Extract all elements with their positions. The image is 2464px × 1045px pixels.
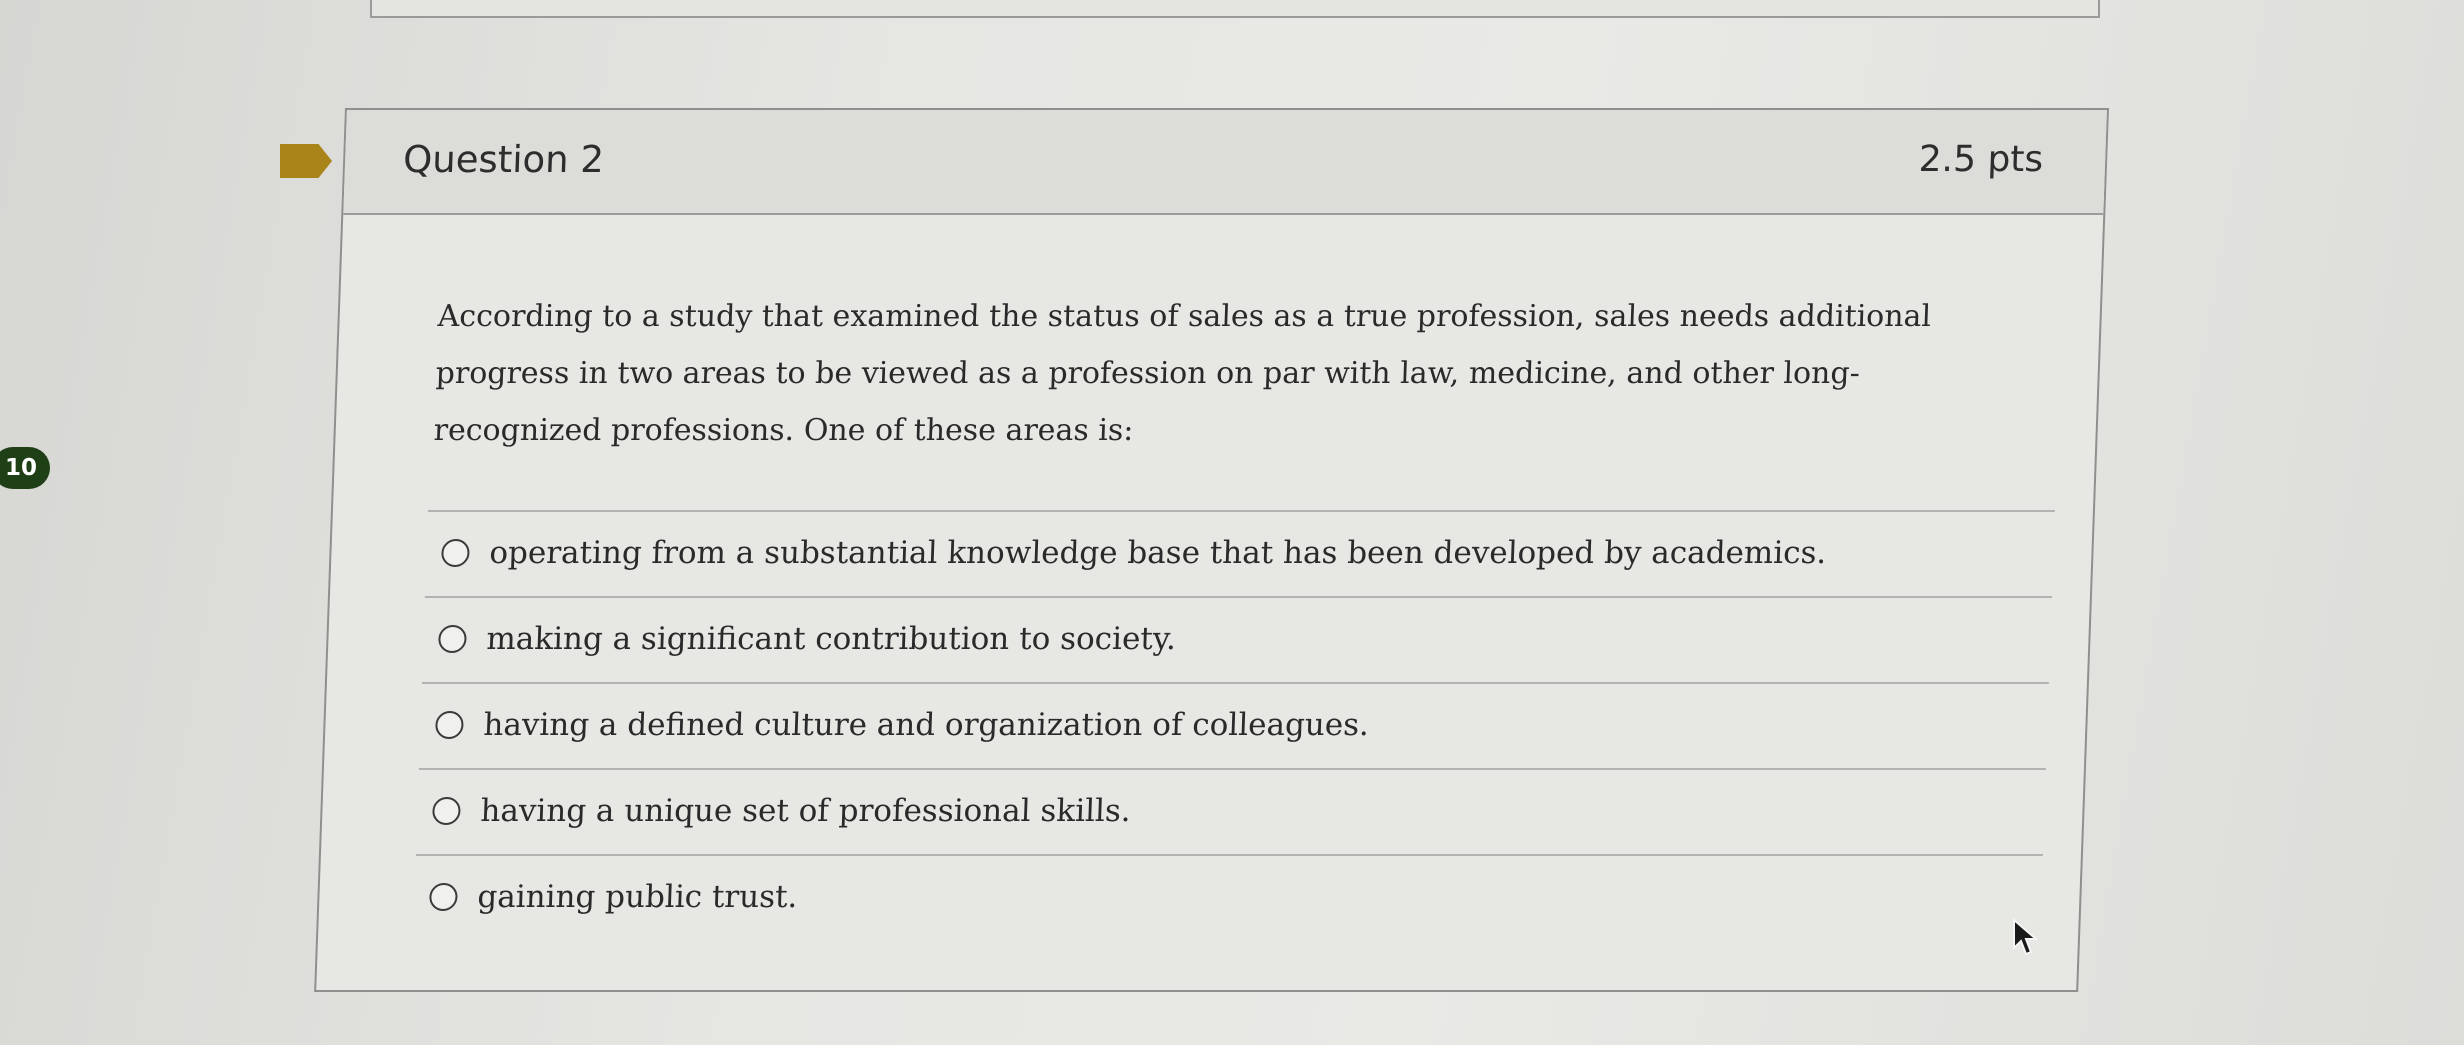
side-count-badge: 10 xyxy=(0,447,50,489)
radio-button-icon[interactable] xyxy=(440,539,470,567)
mouse-pointer-icon xyxy=(2013,918,2038,956)
answer-option-label: operating from a substantial knowledge b… xyxy=(488,535,1827,571)
bookmark-flag-icon[interactable] xyxy=(280,144,332,178)
question-card: Question 2 2.5 pts According to a study … xyxy=(314,108,2110,992)
answer-option-label: having a unique set of professional skil… xyxy=(479,793,1132,829)
answer-option-1[interactable]: operating from a substantial knowledge b… xyxy=(440,512,1828,594)
radio-button-icon[interactable] xyxy=(437,625,467,653)
question-header: Question 2 2.5 pts xyxy=(343,110,2107,215)
answer-option-3[interactable]: having a defined culture and organizatio… xyxy=(434,684,1370,766)
question-text: According to a study that examined the s… xyxy=(433,299,1932,448)
answer-option-5[interactable]: gaining public trust. xyxy=(428,856,799,938)
radio-button-icon[interactable] xyxy=(431,797,461,825)
answer-option-2[interactable]: making a significant contribution to soc… xyxy=(437,598,1178,680)
radio-button-icon[interactable] xyxy=(434,711,464,739)
answer-option-label: having a defined culture and organizatio… xyxy=(482,707,1370,743)
answer-option-label: gaining public trust. xyxy=(476,879,799,915)
radio-button-icon[interactable] xyxy=(428,883,458,911)
answer-option-label: making a significant contribution to soc… xyxy=(485,621,1177,657)
answer-option-4[interactable]: having a unique set of professional skil… xyxy=(431,770,1132,852)
previous-question-card xyxy=(370,0,2100,18)
question-points: 2.5 pts xyxy=(1918,139,2044,180)
question-title: Question 2 xyxy=(402,138,605,181)
